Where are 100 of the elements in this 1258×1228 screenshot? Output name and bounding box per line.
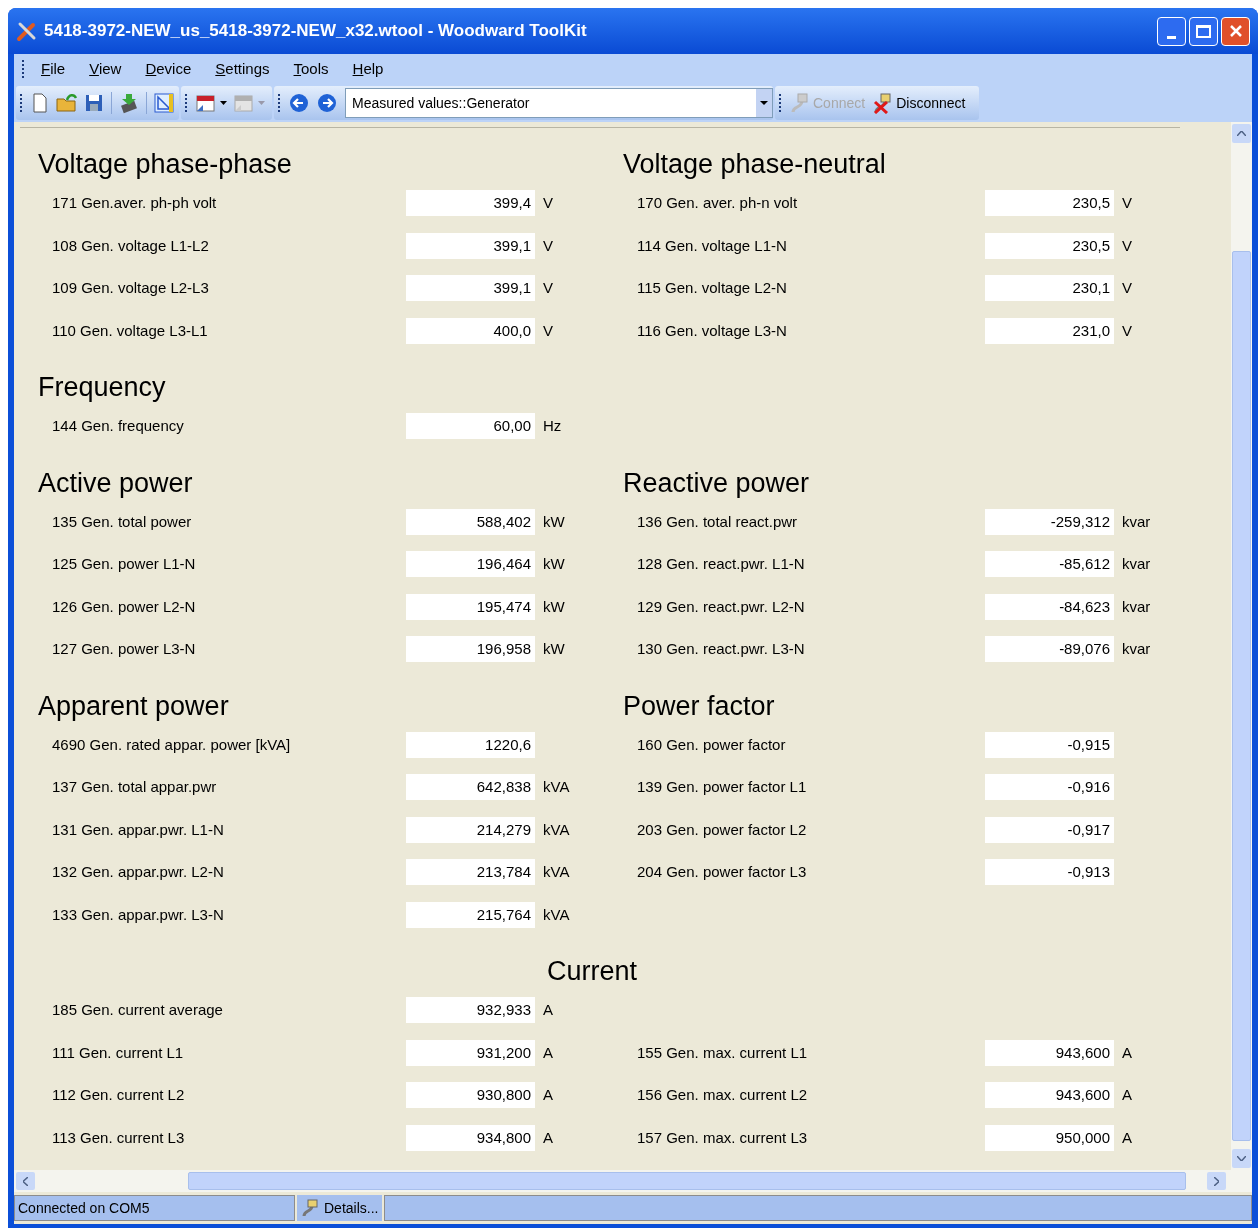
value-label: 203 Gen. power factor L2 [637, 819, 808, 840]
value-field: -0,915 [985, 731, 1114, 758]
unit-label: A [543, 1085, 553, 1105]
menu-item[interactable]: File [29, 57, 78, 81]
value-label: 129 Gen. react.pwr. L2-N [637, 596, 806, 617]
section-heading: Power factor [623, 689, 776, 723]
value-label: 127 Gen. power L3-N [52, 639, 197, 659]
value-label: 131 Gen. appar.pwr. L1-N [52, 819, 225, 840]
value-field: -0,917 [985, 816, 1114, 843]
ruler-icon[interactable] [153, 92, 175, 114]
value-label: 137 Gen. total appar.pwr [52, 777, 218, 797]
maximize-button[interactable] [1189, 16, 1218, 46]
value-label: 136 Gen. total react.pwr [637, 511, 799, 532]
unit-label: A [543, 1127, 553, 1148]
value-label: 155 Gen. max. current L1 [637, 1042, 809, 1063]
dropdown-arrow-icon [760, 101, 768, 105]
unit-label: kvar [1122, 639, 1151, 659]
value-label: 135 Gen. total power [52, 511, 193, 532]
value-field: 231,0 [985, 317, 1114, 344]
value-label: 160 Gen. power factor [637, 734, 787, 755]
menu-item[interactable]: Device [133, 57, 204, 81]
menu-item[interactable]: Help [340, 57, 396, 81]
unit-label: V [543, 278, 553, 298]
scroll-thumb[interactable] [188, 1172, 1186, 1190]
unit-label: Hz [543, 416, 562, 436]
value-field: 931,200 [406, 1039, 535, 1066]
value-field: -0,913 [985, 859, 1114, 886]
download-chip-icon[interactable] [118, 92, 140, 114]
toolbar-grip-icon[interactable] [278, 94, 281, 112]
section-heading: Apparent power [38, 689, 230, 723]
value-label: 125 Gen. power L1-N [52, 554, 197, 574]
value-label: 115 Gen. voltage L2-N [637, 278, 788, 298]
menu-item[interactable]: View [77, 57, 134, 81]
value-field: 196,464 [406, 551, 535, 578]
details-button[interactable]: Details... [297, 1195, 383, 1221]
section-heading: Voltage phase-phase [38, 148, 293, 181]
unit-label: kVA [543, 777, 570, 797]
calendar-icon [233, 93, 255, 113]
open-folder-icon[interactable] [55, 92, 79, 114]
toolbar-grip-icon[interactable] [185, 94, 188, 112]
value-label: 156 Gen. max. current L2 [637, 1085, 809, 1105]
scroll-up-button[interactable] [1232, 124, 1251, 143]
toolbar-grip-icon[interactable] [779, 94, 782, 112]
value-field: 215,764 [406, 901, 535, 928]
plug-icon [790, 92, 810, 114]
value-field: 60,00 [406, 413, 535, 440]
value-label: 144 Gen. frequency [52, 416, 185, 436]
value-field: 230,5 [985, 232, 1114, 259]
scroll-left-button[interactable] [16, 1172, 35, 1190]
unit-label: A [1122, 1042, 1132, 1063]
unit-label: V [1122, 193, 1132, 213]
minimize-button[interactable] [1157, 16, 1186, 46]
toolbar-grip-icon[interactable] [20, 94, 23, 112]
value-label: 109 Gen. voltage L2-L3 [52, 278, 210, 298]
unit-label: kvar [1122, 511, 1151, 532]
menu-item[interactable]: Settings [203, 57, 282, 81]
unit-label: V [1122, 278, 1132, 298]
value-label: 112 Gen. current L2 [52, 1085, 186, 1105]
value-field: 213,784 [406, 859, 535, 886]
save-icon[interactable] [83, 92, 105, 114]
value-label: 130 Gen. react.pwr. L3-N [637, 639, 806, 659]
unit-label: kvar [1122, 554, 1151, 574]
unplug-icon [873, 92, 894, 114]
value-label: 114 Gen. voltage L1-N [637, 235, 788, 256]
value-label: 111 Gen. current L1 [52, 1042, 185, 1063]
unit-label: A [543, 1000, 553, 1020]
scroll-down-button[interactable] [1232, 1149, 1251, 1168]
unit-label: V [543, 320, 553, 341]
value-field: -259,312 [985, 508, 1114, 535]
scroll-right-button[interactable] [1207, 1172, 1226, 1190]
value-field: 230,5 [985, 190, 1114, 217]
menu-item[interactable]: Tools [281, 57, 341, 81]
unit-label: kW [543, 639, 565, 659]
unit-label: A [1122, 1127, 1132, 1148]
value-label: 116 Gen. voltage L3-N [637, 320, 788, 341]
toolbar-grip-icon[interactable] [22, 60, 25, 78]
vertical-scrollbar[interactable] [1231, 122, 1252, 1170]
value-field: 399,1 [406, 232, 535, 259]
close-icon [1228, 24, 1243, 38]
value-label: 139 Gen. power factor L1 [637, 777, 808, 797]
value-field: 943,600 [985, 1082, 1114, 1109]
section-heading: Frequency [38, 371, 167, 404]
value-field: -0,916 [985, 774, 1114, 801]
value-field: 950,000 [985, 1124, 1114, 1151]
section-heading: Active power [38, 466, 194, 500]
value-label: 133 Gen. appar.pwr. L3-N [52, 904, 225, 925]
value-field: 943,600 [985, 1039, 1114, 1066]
connection-status: Connected on COM5 [14, 1195, 295, 1221]
value-field: -84,623 [985, 593, 1114, 620]
horizontal-scrollbar[interactable] [14, 1170, 1252, 1192]
minimize-icon [1167, 35, 1176, 39]
scroll-thumb[interactable] [1232, 251, 1251, 1141]
value-label: 185 Gen. current average [52, 1000, 224, 1020]
unit-label: V [1122, 235, 1132, 256]
maximize-icon [1196, 24, 1211, 38]
disconnect-button[interactable]: Disconnect [869, 92, 970, 114]
unit-label: kVA [543, 904, 570, 925]
page-select[interactable]: Measured values::Generator [345, 88, 773, 118]
close-button[interactable] [1221, 16, 1250, 46]
plug-icon [301, 1198, 321, 1218]
